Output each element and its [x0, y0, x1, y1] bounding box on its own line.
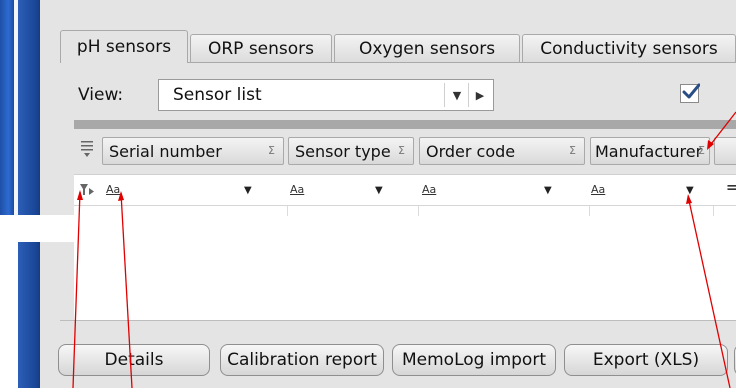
sum-icon[interactable]: Σ: [268, 144, 275, 157]
text-filter-icon: Aa: [422, 183, 437, 196]
column-header-next[interactable]: [714, 137, 736, 165]
filter-cell-manufacturer[interactable]: Aa ▼: [591, 181, 701, 201]
column-header-label: Order code: [426, 141, 516, 161]
screenshot-cutout: [0, 215, 78, 242]
dropdown-arrow-icon[interactable]: ▼: [444, 83, 469, 107]
button-label: Details: [104, 350, 164, 370]
column-separator: [418, 206, 419, 216]
text-filter-icon: Aa: [591, 183, 606, 196]
details-button[interactable]: Details: [58, 344, 210, 376]
grid-bottom-border: [60, 320, 736, 321]
column-separator: [287, 206, 288, 216]
column-header-manufacturer[interactable]: Manufacturer Σ: [590, 137, 710, 165]
calibration-report-button[interactable]: Calibration report: [220, 344, 384, 376]
column-separator: [589, 206, 590, 216]
tab-label: Oxygen sensors: [358, 38, 496, 59]
filter-dropdown-icon[interactable]: ▼: [686, 185, 694, 196]
rows-menu-icon[interactable]: [80, 139, 94, 159]
grid-header-row: Serial number Σ Sensor type Σ Order code…: [74, 129, 736, 174]
filter-dropdown-icon[interactable]: ▼: [375, 185, 383, 196]
next-arrow-icon[interactable]: ▶: [468, 83, 491, 107]
equals-filter-icon[interactable]: =: [726, 180, 736, 196]
button-label: Calibration report: [227, 350, 377, 370]
filter-dropdown-icon[interactable]: ▼: [244, 185, 252, 196]
button-label: MemoLog import: [402, 350, 546, 370]
filter-cell-order-code[interactable]: Aa ▼: [422, 181, 562, 201]
button-label: Export (XLS): [592, 350, 700, 370]
tab-label: ORP sensors: [207, 38, 315, 59]
grid-group-panel: [74, 120, 736, 129]
tab-ph-sensors[interactable]: pH sensors: [60, 30, 188, 63]
sidebar-strip: [18, 242, 40, 388]
filter-cell-serial-number[interactable]: Aa ▼: [106, 181, 256, 201]
view-select-value: Sensor list: [173, 85, 262, 105]
column-header-serial-number[interactable]: Serial number Σ: [102, 137, 284, 165]
export-xls-button[interactable]: Export (XLS): [564, 344, 728, 376]
memolog-import-button[interactable]: MemoLog import: [392, 344, 556, 376]
view-select[interactable]: Sensor list ▼ ▶: [158, 79, 494, 111]
grid-body: [74, 206, 736, 320]
filter-dropdown-icon[interactable]: ▼: [544, 185, 552, 196]
column-header-label: Sensor type: [295, 141, 391, 161]
sidebar-strip: [18, 0, 40, 215]
tab-oxygen-sensors[interactable]: Oxygen sensors: [334, 34, 520, 62]
column-separator: [713, 206, 714, 216]
filter-cell-sensor-type[interactable]: Aa ▼: [290, 181, 390, 201]
tab-label: Conductivity sensors: [540, 38, 718, 59]
filter-icon[interactable]: [79, 183, 95, 197]
view-checkbox[interactable]: [680, 83, 700, 103]
sum-icon[interactable]: Σ: [569, 144, 576, 157]
tab-conductivity-sensors[interactable]: Conductivity sensors: [522, 34, 736, 62]
column-header-label: Serial number: [109, 141, 222, 161]
sum-icon[interactable]: Σ: [398, 144, 405, 157]
sidebar-strip: [0, 0, 14, 215]
text-filter-icon: Aa: [106, 183, 121, 196]
grid-filter-row: Aa ▼ Aa ▼ Aa ▼ Aa ▼ =: [74, 174, 736, 206]
screenshot-cutout: [0, 242, 18, 388]
tab-label: pH sensors: [76, 37, 172, 57]
sensor-panel: pH sensors ORP sensors Oxygen sensors Co…: [40, 0, 736, 388]
column-header-order-code[interactable]: Order code Σ: [419, 137, 585, 165]
tab-orp-sensors[interactable]: ORP sensors: [190, 34, 332, 62]
text-filter-icon: Aa: [290, 183, 305, 196]
column-header-label: Manufacturer: [595, 141, 703, 161]
checkmark-icon: [682, 83, 700, 99]
column-header-sensor-type[interactable]: Sensor type Σ: [288, 137, 414, 165]
sum-icon[interactable]: Σ: [698, 144, 705, 157]
view-label: View:: [78, 85, 124, 105]
